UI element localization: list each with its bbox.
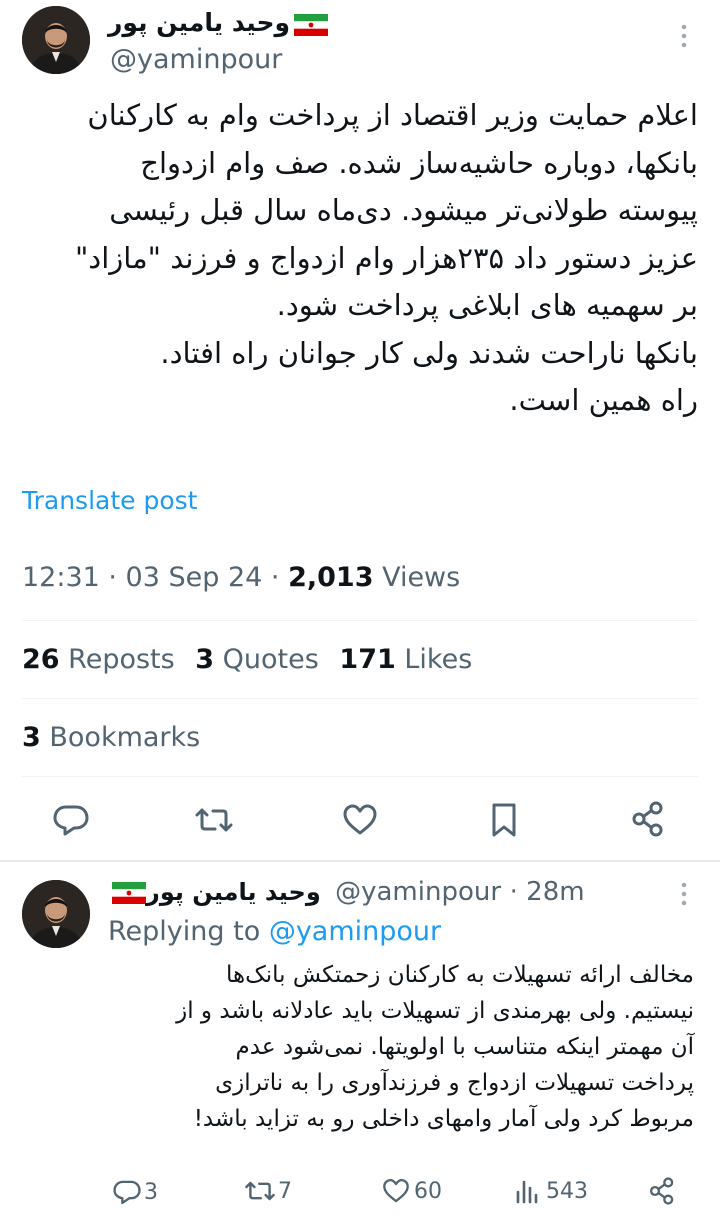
reply-views-action[interactable]: 543 <box>514 1178 588 1204</box>
reply-author-name[interactable]: وحید یامین پور <box>108 878 329 906</box>
reply-repost-action[interactable]: 7 <box>244 1178 292 1204</box>
reply-count: 3 <box>144 1179 158 1205</box>
section-separator <box>0 860 720 862</box>
view-count: 543 <box>546 1178 588 1204</box>
translate-post-link[interactable]: Translate post <box>22 486 197 515</box>
reply-author-name-text: وحید یامین پور <box>146 878 321 906</box>
likes-stat[interactable]: 171 Likes <box>339 644 472 675</box>
views-count: 2,013 <box>288 562 374 593</box>
more-icon[interactable] <box>676 880 692 910</box>
share-icon[interactable] <box>648 1176 676 1206</box>
views-label: Views <box>373 562 461 593</box>
share-icon[interactable] <box>630 800 666 838</box>
bookmarks-count: 3 <box>22 722 41 753</box>
tweet-text: اعلام حمایت وزیر اقتصاد از پرداخت وام به… <box>74 98 698 417</box>
quotes-stat[interactable]: 3 Quotes <box>195 644 319 675</box>
author-handle[interactable]: @yaminpour <box>110 44 282 75</box>
reply-like-action[interactable]: 60 <box>382 1178 442 1204</box>
more-icon[interactable] <box>676 22 692 52</box>
reply-text: مخالف ارائه تسهیلات به کارکنان زحمتکش با… <box>176 962 694 1132</box>
repost-icon[interactable] <box>194 804 234 836</box>
replying-to: Replying to @yaminpour <box>108 916 441 947</box>
like-icon[interactable] <box>342 804 378 836</box>
divider <box>22 776 698 777</box>
divider <box>22 620 698 621</box>
time-text: 12:31 · 03 Sep 24 · <box>22 562 289 593</box>
bookmark-icon[interactable] <box>490 802 518 838</box>
iran-flag-icon <box>112 882 146 904</box>
quotes-label: Quotes <box>214 644 319 675</box>
reposts-stat[interactable]: 26 Reposts <box>22 644 175 675</box>
reposts-label: Reposts <box>59 644 175 675</box>
tweet-timestamp[interactable]: 12:31 · 03 Sep 24 · 2,013 Views <box>22 562 460 593</box>
reply-author-handle[interactable]: @yaminpour <box>335 877 501 907</box>
reply-time[interactable]: · 28m <box>510 877 585 907</box>
likes-label: Likes <box>395 644 473 675</box>
reply-author-avatar[interactable] <box>22 880 90 948</box>
engagement-stats: 26 Reposts 3 Quotes 171 Likes <box>22 644 472 675</box>
reply-reply-action[interactable]: 3 <box>112 1178 158 1206</box>
divider <box>22 698 698 699</box>
replying-handle-link[interactable]: @yaminpour <box>269 916 441 947</box>
bookmarks-stat[interactable]: 3 Bookmarks <box>22 722 200 753</box>
like-count: 60 <box>414 1178 442 1204</box>
views-icon <box>514 1178 540 1204</box>
bookmarks-label: Bookmarks <box>40 722 201 753</box>
replying-prefix: Replying to <box>108 916 269 947</box>
like-icon <box>382 1178 410 1204</box>
author-avatar[interactable] <box>22 6 90 74</box>
reply-header: وحید یامین پور @yaminpour · 28m <box>108 876 585 907</box>
iran-flag-icon <box>294 13 329 36</box>
likes-count: 171 <box>339 644 396 675</box>
author-name-text: وحید یامین پور <box>108 8 291 37</box>
repost-count: 7 <box>278 1178 292 1204</box>
author-name[interactable]: وحید یامین پور <box>108 8 329 37</box>
reposts-count: 26 <box>22 644 60 675</box>
repost-icon <box>244 1178 276 1204</box>
reply-icon[interactable] <box>52 802 90 838</box>
reply-icon <box>112 1178 142 1206</box>
quotes-count: 3 <box>195 644 215 675</box>
